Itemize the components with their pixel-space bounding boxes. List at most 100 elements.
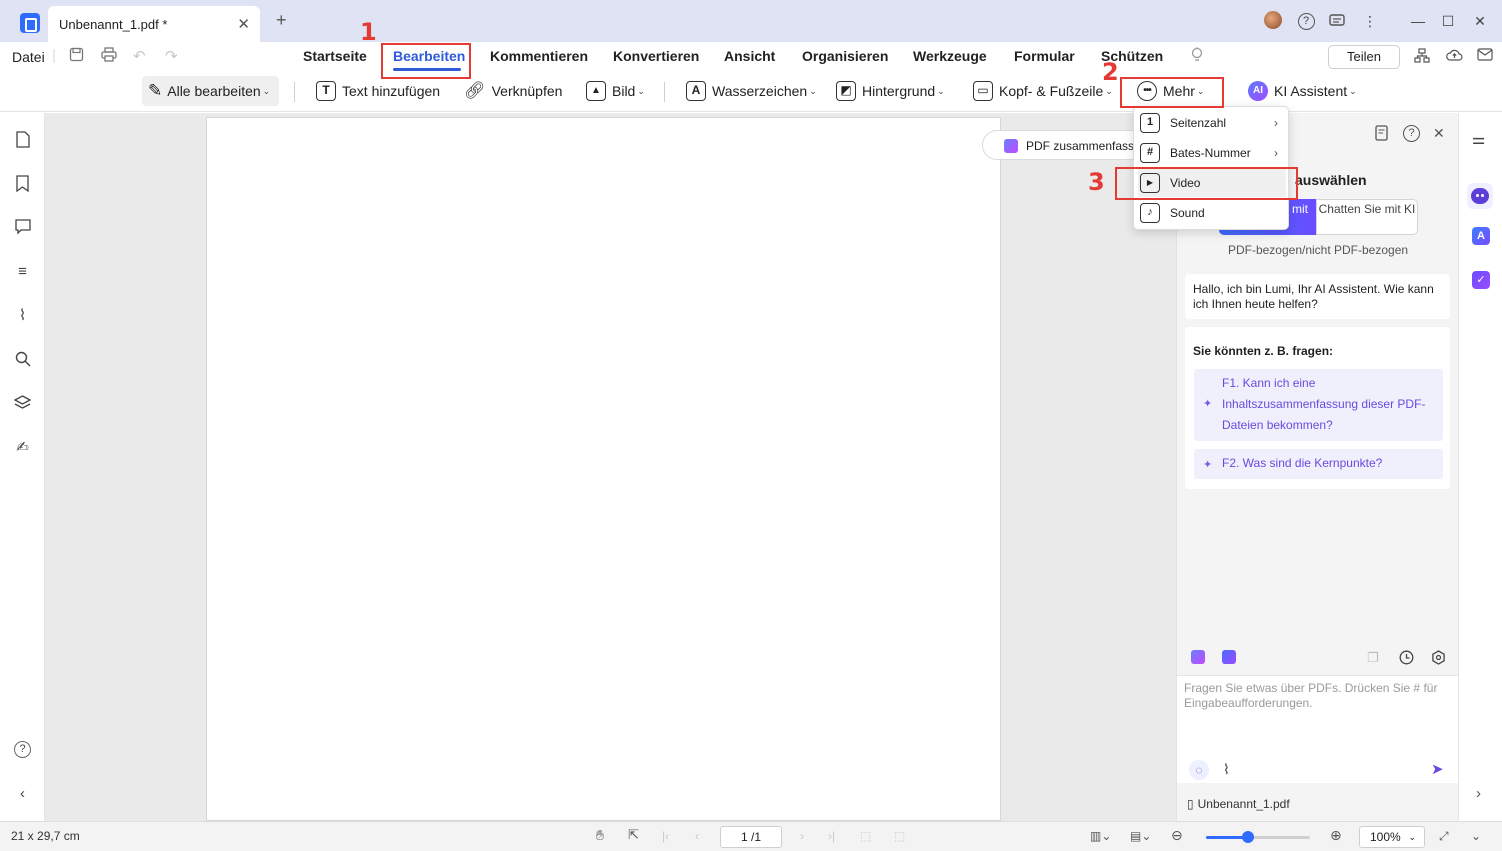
feedback-icon[interactable]	[1327, 10, 1347, 32]
layers-icon[interactable]	[13, 395, 32, 412]
redo-icon[interactable]: ↷	[165, 47, 178, 65]
minimize-icon[interactable]: —	[1408, 10, 1428, 32]
close-panel-icon[interactable]: ✕	[1433, 125, 1445, 142]
rotate-right-icon[interactable]: ⬚	[894, 829, 905, 843]
settings-icon[interactable]	[1431, 650, 1446, 668]
comment-icon[interactable]	[14, 219, 31, 236]
tab-startseite[interactable]: Startseite	[303, 48, 367, 64]
chevron-down-icon: ⌄	[637, 85, 645, 96]
menu-bar: Datei | ↶ ↷ Startseite Bearbeiten Kommen…	[0, 42, 1502, 72]
help-circle-icon[interactable]: ?	[14, 741, 31, 758]
first-page-icon[interactable]: |‹	[662, 829, 669, 843]
zoom-select[interactable]: 100% ⌄	[1359, 826, 1425, 848]
add-text-button[interactable]: T Text hinzufügen	[316, 76, 440, 106]
header-footer-button[interactable]: ▭ Kopf- & Fußzeile ⌄	[973, 76, 1113, 106]
zoom-out-icon[interactable]: ⊖	[1171, 827, 1183, 844]
translate-tool-icon[interactable]	[1222, 650, 1236, 667]
share-button[interactable]: Teilen	[1328, 45, 1400, 69]
suggestion-q2-text: F2. Was sind die Kernpunkte?	[1222, 456, 1383, 470]
notes-icon[interactable]	[1375, 125, 1390, 144]
select-tool-icon[interactable]: ⇱	[628, 827, 639, 843]
menu-item-bates-nummer[interactable]: # Bates-Nummer ›	[1138, 139, 1286, 167]
collapse-sidebar-icon[interactable]: ‹	[14, 785, 31, 802]
print-icon[interactable]	[101, 47, 117, 66]
search-icon[interactable]	[14, 351, 31, 368]
sparkle-icon: ✦	[1203, 398, 1213, 410]
hand-tool-icon[interactable]: ✋︎	[596, 827, 604, 844]
edit-all-button[interactable]: ✎ Alle bearbeiten ⌄	[142, 76, 279, 106]
suggestions-title: Sie könnten z. B. fragen:	[1193, 344, 1334, 358]
list-icon[interactable]: ≡	[14, 263, 31, 280]
ai-robot-icon[interactable]	[1467, 183, 1493, 209]
mail-icon[interactable]	[1477, 48, 1493, 65]
adjust-icon[interactable]: ⚌	[1472, 130, 1485, 148]
current-file: ▯ Unbenannt_1.pdf	[1187, 797, 1290, 811]
attach-file-icon[interactable]: ⌇	[1223, 761, 1230, 778]
prev-page-icon[interactable]: ‹	[695, 829, 699, 843]
help-icon[interactable]: ?	[1403, 125, 1420, 142]
text-box-icon: T	[316, 81, 336, 101]
history-icon[interactable]	[1399, 650, 1414, 668]
tab-werkzeuge[interactable]: Werkzeuge	[913, 48, 987, 64]
ai-prompt-input[interactable]: Fragen Sie etwas über PDFs. Drücken Sie …	[1177, 675, 1459, 783]
mode-ai-chat-button[interactable]: Chatten Sie mit KI	[1316, 199, 1418, 235]
summarize-pdf-button[interactable]: PDF zusammenfasse	[982, 130, 1152, 160]
app-logo-icon	[20, 13, 40, 33]
watermark-button[interactable]: A Wasserzeichen ⌄	[686, 76, 817, 106]
tab-formular[interactable]: Formular	[1014, 48, 1075, 64]
menu-datei[interactable]: Datei	[12, 49, 45, 65]
cloud-upload-icon[interactable]	[1446, 48, 1463, 66]
more-options-icon[interactable]: ⋮	[1360, 10, 1380, 32]
close-tab-icon[interactable]: ✕	[237, 15, 250, 33]
zoom-slider-thumb[interactable]	[1241, 831, 1254, 843]
tab-kommentieren[interactable]: Kommentieren	[490, 48, 588, 64]
bookmark-icon[interactable]	[14, 175, 31, 193]
pdf-page[interactable]	[206, 117, 1001, 821]
suggestion-q1[interactable]: ✦ F1. Kann ich eine Inhaltszusammenfassu…	[1194, 369, 1443, 441]
undo-icon[interactable]: ↶	[133, 47, 146, 65]
menu-item-seitenzahl[interactable]: 1 Seitenzahl ›	[1138, 109, 1286, 137]
tab-organisieren[interactable]: Organisieren	[802, 48, 888, 64]
link-button[interactable]: 🔗︎ Verknüpfen	[464, 76, 562, 106]
background-button[interactable]: ◩ Hintergrund ⌄	[836, 76, 945, 106]
page-number-input[interactable]: 1 /1	[720, 826, 782, 848]
summary-tool-icon[interactable]	[1191, 650, 1205, 667]
zoom-in-icon[interactable]: ⊕	[1330, 827, 1342, 844]
chevron-down-icon: ⌄	[1349, 85, 1357, 96]
checklist-icon[interactable]: ✓	[1472, 271, 1490, 289]
page-thumbnail-icon[interactable]	[14, 131, 31, 148]
next-page-icon[interactable]: ›	[800, 829, 804, 843]
signature-icon[interactable]: ✍︎	[14, 439, 31, 456]
translate-icon[interactable]: A	[1472, 227, 1490, 245]
copy-icon[interactable]: ❐	[1367, 650, 1379, 666]
help-icon[interactable]: ?	[1296, 10, 1316, 32]
prompt-ideas-icon[interactable]: ◌	[1189, 760, 1209, 780]
tab-konvertieren[interactable]: Konvertieren	[613, 48, 699, 64]
last-page-icon[interactable]: ›|	[828, 829, 835, 843]
expand-panel-icon[interactable]: ›	[1476, 785, 1481, 802]
send-icon[interactable]: ➤	[1431, 760, 1444, 778]
save-icon[interactable]	[69, 47, 84, 66]
image-button[interactable]: ▲ Bild ⌄	[586, 76, 645, 106]
zoom-slider[interactable]	[1206, 836, 1310, 839]
attachment-icon[interactable]: ⌇	[14, 307, 31, 324]
separator: |	[52, 47, 56, 64]
maximize-icon[interactable]: ☐	[1438, 10, 1458, 32]
ai-assistant-button[interactable]: AI KI Assistent ⌄	[1248, 76, 1357, 106]
view-mode-icon[interactable]: ▤⌄	[1130, 829, 1151, 843]
suggestion-q2[interactable]: ✦ F2. Was sind die Kernpunkte?	[1194, 449, 1443, 479]
workflow-icon[interactable]	[1414, 48, 1430, 67]
annotation-number-1: 1	[360, 18, 377, 46]
rotate-left-icon[interactable]: ⬚	[860, 829, 871, 843]
lightbulb-icon[interactable]	[1190, 47, 1204, 67]
avatar[interactable]	[1264, 11, 1282, 29]
tab-ansicht[interactable]: Ansicht	[724, 48, 775, 64]
close-window-icon[interactable]: ✕	[1470, 10, 1490, 32]
annotation-box-2	[1120, 77, 1224, 108]
collapse-status-icon[interactable]: ⌄	[1471, 829, 1481, 843]
new-tab-icon[interactable]: +	[276, 10, 287, 31]
page-layout-icon[interactable]: ▥⌄	[1090, 829, 1111, 843]
menu-item-sound[interactable]: ♪ Sound	[1138, 199, 1286, 227]
document-tab[interactable]: Unbenannt_1.pdf * ✕	[48, 6, 260, 42]
fit-page-icon[interactable]: ⤢	[1439, 829, 1449, 844]
